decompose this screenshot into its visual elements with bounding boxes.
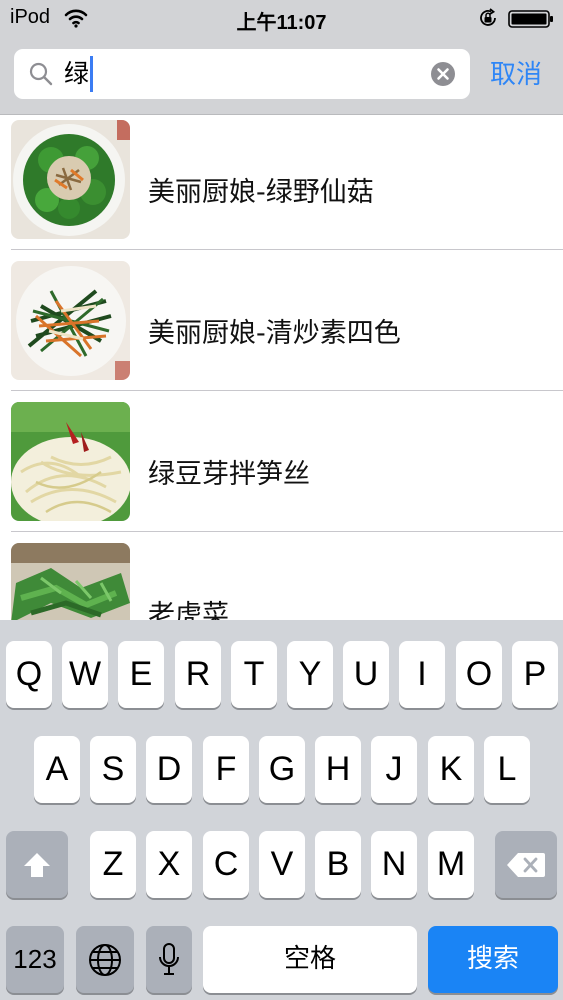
globe-key[interactable]	[76, 926, 134, 993]
key-t[interactable]: T	[231, 641, 277, 708]
cancel-button[interactable]: 取消	[490, 54, 542, 91]
key-n[interactable]: N	[371, 831, 417, 898]
list-item[interactable]: 老虎菜	[0, 538, 563, 620]
recipe-title: 美丽厨娘-绿野仙菇	[148, 177, 374, 208]
search-input[interactable]: 绿	[64, 56, 94, 92]
recipe-title: 美丽厨娘-清炒素四色	[148, 318, 401, 349]
key-i[interactable]: I	[399, 641, 445, 708]
key-p[interactable]: P	[512, 641, 558, 708]
recipe-title: 绿豆芽拌笋丝	[148, 459, 310, 490]
key-w[interactable]: W	[62, 641, 108, 708]
recipe-thumbnail	[11, 261, 130, 380]
recipe-thumbnail	[11, 120, 130, 239]
recipe-thumbnail	[11, 543, 130, 620]
shift-key[interactable]	[6, 831, 68, 898]
search-key[interactable]: 搜索	[428, 926, 558, 993]
key-r[interactable]: R	[175, 641, 221, 708]
globe-icon	[89, 943, 121, 976]
recipe-thumbnail	[11, 402, 130, 521]
divider	[11, 531, 563, 532]
key-u[interactable]: U	[343, 641, 389, 708]
results-list: 美丽厨娘-绿野仙菇 美丽厨娘-清炒素四色 绿豆芽拌笋丝 老虎菜	[0, 115, 563, 620]
key-a[interactable]: A	[34, 736, 80, 803]
backspace-icon	[507, 852, 545, 877]
key-k[interactable]: K	[428, 736, 474, 803]
key-l[interactable]: L	[484, 736, 530, 803]
status-bar: iPod 上午11:07	[0, 0, 563, 38]
key-o[interactable]: O	[456, 641, 502, 708]
key-b[interactable]: B	[315, 831, 361, 898]
key-d[interactable]: D	[146, 736, 192, 803]
shift-icon	[24, 852, 50, 877]
key-c[interactable]: C	[203, 831, 249, 898]
space-key[interactable]: 空格	[203, 926, 417, 993]
dictation-key[interactable]	[146, 926, 192, 993]
key-s[interactable]: S	[90, 736, 136, 803]
key-q[interactable]: Q	[6, 641, 52, 708]
backspace-key[interactable]	[495, 831, 557, 898]
list-item[interactable]: 美丽厨娘-绿野仙菇	[0, 115, 563, 256]
key-j[interactable]: J	[371, 736, 417, 803]
list-item[interactable]: 绿豆芽拌笋丝	[0, 397, 563, 538]
key-m[interactable]: M	[428, 831, 474, 898]
key-y[interactable]: Y	[287, 641, 333, 708]
divider	[11, 249, 563, 250]
search-icon	[29, 62, 53, 86]
search-header: 绿 取消	[0, 38, 563, 115]
battery-icon	[508, 10, 553, 28]
key-z[interactable]: Z	[90, 831, 136, 898]
numbers-key[interactable]: 123	[6, 926, 64, 993]
key-e[interactable]: E	[118, 641, 164, 708]
key-g[interactable]: G	[259, 736, 305, 803]
key-v[interactable]: V	[259, 831, 305, 898]
key-x[interactable]: X	[146, 831, 192, 898]
rotation-lock-icon	[480, 8, 496, 26]
keyboard: Q W E R T Y U I O P A S D F G H J K L Z …	[0, 620, 563, 1000]
divider	[11, 390, 563, 391]
clear-icon[interactable]	[430, 61, 456, 87]
recipe-title: 老虎菜	[148, 600, 229, 620]
list-item[interactable]: 美丽厨娘-清炒素四色	[0, 256, 563, 397]
key-h[interactable]: H	[315, 736, 361, 803]
microphone-icon	[159, 942, 179, 975]
key-f[interactable]: F	[203, 736, 249, 803]
search-field[interactable]: 绿	[14, 49, 470, 99]
